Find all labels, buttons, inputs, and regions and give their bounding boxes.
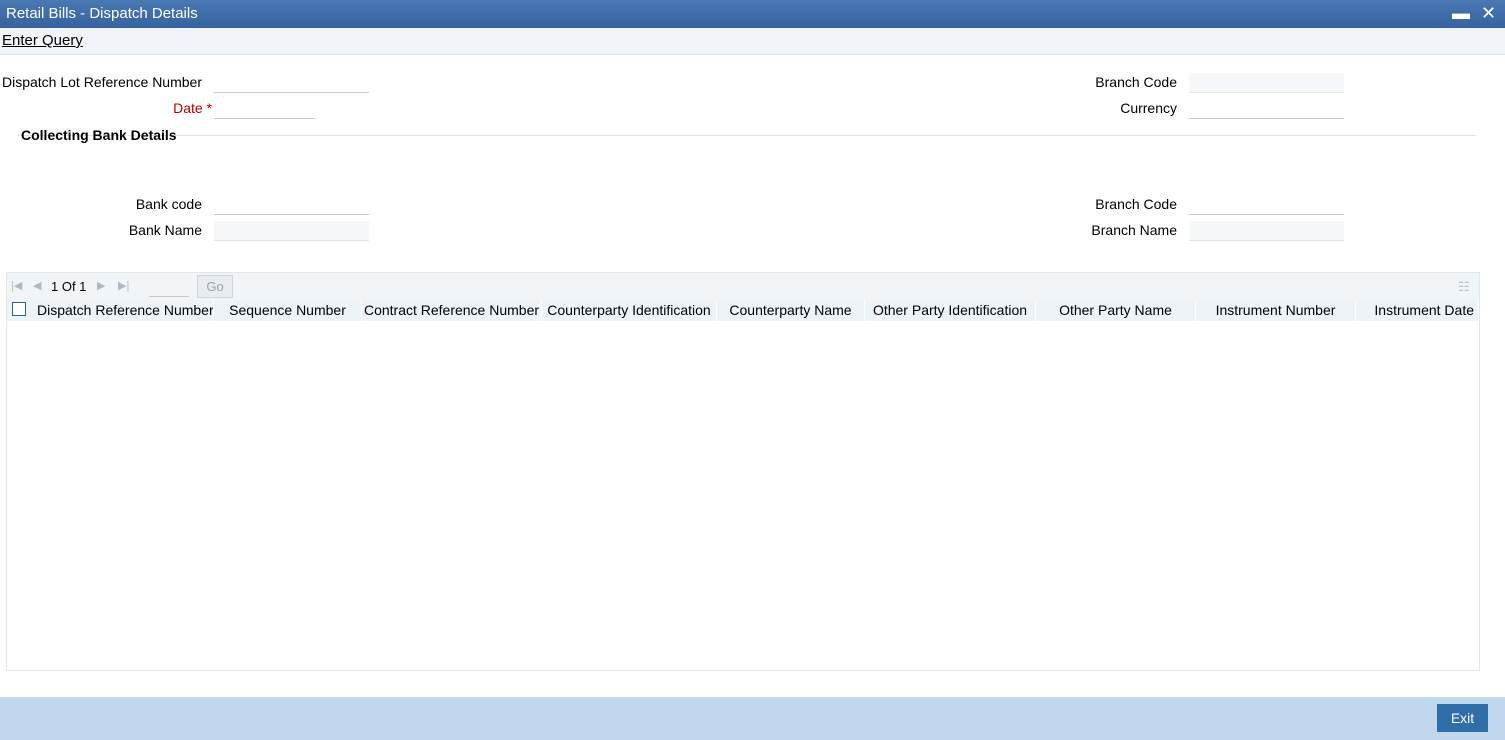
column-header[interactable]: Other Party Name (1036, 300, 1196, 321)
branch-code-input[interactable] (1189, 73, 1344, 93)
last-page-icon[interactable]: ▶| (118, 279, 129, 292)
date-label-text: Date (173, 100, 203, 116)
footer-bar: Exit (0, 697, 1505, 740)
menu-bar: Enter Query (0, 28, 1505, 55)
date-label: Date * (173, 100, 212, 116)
branch-code-label: Branch Code (1095, 74, 1177, 90)
bank-code-label: Bank code (135, 196, 202, 212)
section-divider (18, 135, 1476, 136)
select-all-checkbox[interactable] (12, 302, 26, 316)
first-page-icon[interactable]: |◀ (11, 279, 22, 292)
minimize-icon[interactable]: ▬ (1452, 2, 1470, 24)
pager-text: 1 Of 1 (51, 279, 87, 294)
branch-name-label: Branch Name (1091, 222, 1177, 238)
prev-page-icon[interactable]: ◀ (33, 279, 41, 292)
grid-toolbar: |◀ ◀ 1 Of 1 ▶ ▶| Go ☷ (7, 273, 1479, 300)
currency-input[interactable] (1189, 99, 1344, 119)
grid-settings-icon[interactable]: ☷ (1458, 279, 1470, 295)
next-page-icon[interactable]: ▶ (97, 279, 105, 292)
bank-name-label: Bank Name (128, 222, 202, 238)
column-header[interactable]: Counterparty Name (717, 300, 865, 321)
collecting-branch-code-label: Branch Code (1095, 196, 1177, 212)
column-header[interactable]: Dispatch Reference Number (37, 300, 213, 321)
bank-code-input[interactable] (214, 195, 369, 215)
page-number-input[interactable] (149, 277, 189, 297)
required-marker: * (206, 100, 212, 116)
header-cell-select-all: Dispatch Reference Number (7, 300, 214, 321)
currency-label: Currency (1120, 100, 1177, 116)
column-header[interactable]: Other Party Identification (865, 300, 1036, 321)
collecting-bank-section-title: Collecting Bank Details (21, 127, 177, 143)
close-icon[interactable]: ✕ (1481, 2, 1496, 24)
collecting-branch-code-input[interactable] (1189, 195, 1344, 215)
column-header[interactable]: Instrument Date (1356, 300, 1479, 321)
exit-button[interactable]: Exit (1437, 704, 1488, 732)
window-title: Retail Bills - Dispatch Details (6, 5, 198, 22)
grid-header-row: Dispatch Reference Number Sequence Numbe… (7, 300, 1479, 321)
column-header[interactable]: Contract Reference Number (362, 300, 542, 321)
enter-query-link[interactable]: Enter Query (2, 32, 83, 49)
window-title-bar: Retail Bills - Dispatch Details ▬ ✕ (0, 0, 1505, 28)
dispatch-lot-ref-label: Dispatch Lot Reference Number (2, 74, 202, 90)
dispatch-grid: |◀ ◀ 1 Of 1 ▶ ▶| Go ☷ Dispatch Reference… (6, 272, 1480, 671)
bank-name-input[interactable] (214, 221, 369, 241)
date-input[interactable] (214, 99, 315, 119)
column-header[interactable]: Instrument Number (1196, 300, 1356, 321)
column-header[interactable]: Sequence Number (214, 300, 362, 321)
go-button[interactable]: Go (197, 275, 233, 298)
dispatch-lot-ref-input[interactable] (214, 73, 369, 93)
column-header[interactable]: Counterparty Identification (542, 300, 717, 321)
branch-name-input[interactable] (1189, 221, 1344, 241)
